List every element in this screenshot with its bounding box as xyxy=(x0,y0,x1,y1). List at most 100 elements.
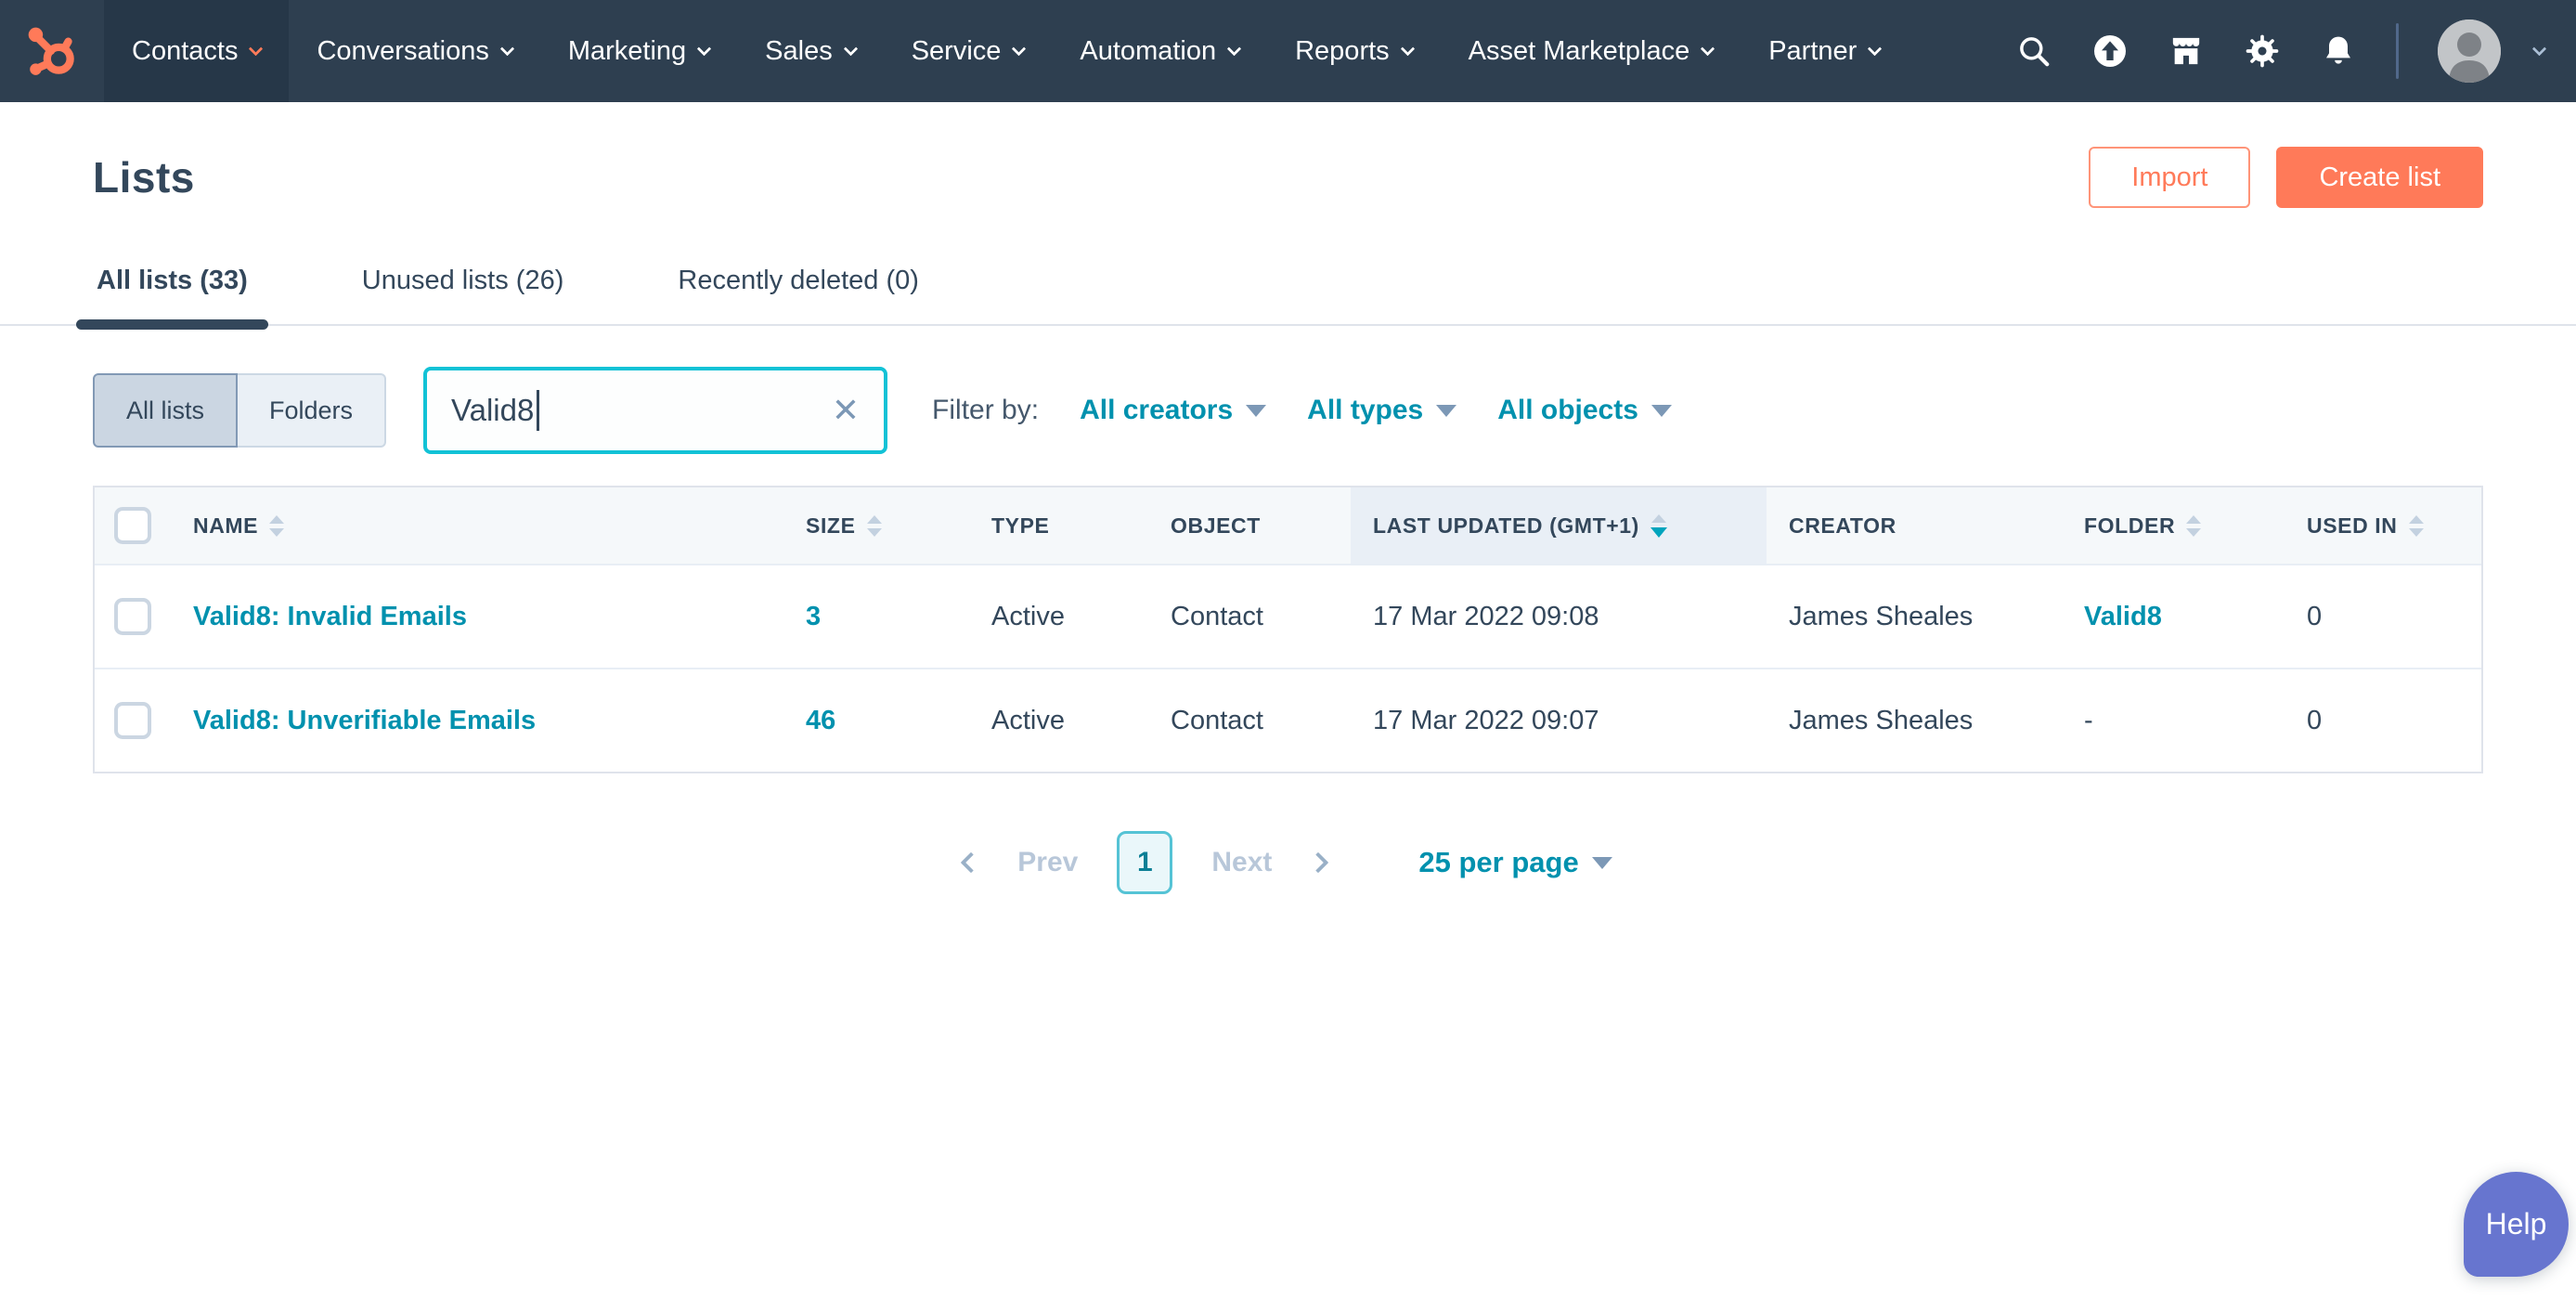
hubspot-sprocket-icon xyxy=(23,22,81,80)
cell-type: Active xyxy=(969,602,1148,632)
column-label: TYPE xyxy=(991,513,1049,539)
chevron-down-icon xyxy=(1436,405,1456,417)
search-input[interactable]: Valid8 ✕ xyxy=(423,367,887,454)
settings-icon[interactable] xyxy=(2244,32,2281,70)
text-cursor xyxy=(537,390,539,431)
view-toggle: All lists Folders xyxy=(93,373,386,448)
types-filter-dropdown[interactable]: All types xyxy=(1307,395,1456,426)
column-header-folder[interactable]: FOLDER xyxy=(2062,487,2285,564)
cell-last-updated: 17 Mar 2022 09:08 xyxy=(1351,602,1767,632)
column-label: FOLDER xyxy=(2084,513,2175,539)
chevron-down-icon xyxy=(1400,41,1415,56)
next-page-button[interactable]: Next xyxy=(1211,847,1272,878)
nav-item-marketing[interactable]: Marketing xyxy=(540,0,737,102)
nav-item-service[interactable]: Service xyxy=(884,0,1053,102)
nav-item-sales[interactable]: Sales xyxy=(737,0,884,102)
page-title: Lists xyxy=(93,152,195,202)
cell-object: Contact xyxy=(1148,706,1351,736)
column-label: NAME xyxy=(193,513,258,539)
sort-icon xyxy=(2186,515,2201,537)
hubspot-logo[interactable] xyxy=(0,0,104,102)
column-header-size[interactable]: SIZE xyxy=(783,487,969,564)
search-icon[interactable] xyxy=(2015,32,2052,70)
per-page-label: 25 per page xyxy=(1418,846,1578,879)
chevron-down-icon xyxy=(697,41,712,56)
folder-link[interactable]: Valid8 xyxy=(2084,602,2162,631)
creators-filter-dropdown[interactable]: All creators xyxy=(1080,395,1266,426)
cell-size: 3 xyxy=(783,602,969,632)
toggle-all-lists[interactable]: All lists xyxy=(93,373,238,448)
cell-size: 46 xyxy=(783,706,969,736)
notifications-icon[interactable] xyxy=(2320,32,2357,70)
prev-page-chevron-icon[interactable] xyxy=(961,852,982,874)
clear-search-icon[interactable]: ✕ xyxy=(832,394,860,427)
nav-menu: Contacts Conversations Marketing Sales S… xyxy=(104,0,1908,102)
help-button[interactable]: Help xyxy=(2464,1172,2569,1277)
tabs-bar: All lists (33) Unused lists (26) Recentl… xyxy=(0,256,2576,326)
dropdown-label: All creators xyxy=(1080,395,1233,426)
table-row: Valid8: Unverifiable Emails 46 Active Co… xyxy=(95,668,2481,772)
nav-item-contacts[interactable]: Contacts xyxy=(104,0,289,102)
cell-folder: Valid8 xyxy=(2062,602,2285,632)
row-checkbox[interactable] xyxy=(114,598,151,635)
sort-icon xyxy=(867,515,882,537)
per-page-dropdown[interactable]: 25 per page xyxy=(1418,846,1612,879)
upgrade-icon[interactable] xyxy=(2091,32,2129,70)
top-navigation: Contacts Conversations Marketing Sales S… xyxy=(0,0,2576,102)
next-page-chevron-icon[interactable] xyxy=(1308,852,1329,874)
cell-object: Contact xyxy=(1148,602,1351,632)
sort-icon xyxy=(2409,515,2424,537)
nav-item-asset-marketplace[interactable]: Asset Marketplace xyxy=(1441,0,1741,102)
chevron-down-icon xyxy=(1246,405,1266,417)
column-label: CREATOR xyxy=(1789,513,1896,539)
nav-item-label: Reports xyxy=(1295,36,1390,67)
row-checkbox[interactable] xyxy=(114,702,151,739)
column-label: USED IN xyxy=(2307,513,2398,539)
prev-page-button[interactable]: Prev xyxy=(1017,847,1078,878)
dropdown-label: All types xyxy=(1307,395,1423,426)
nav-item-label: Asset Marketplace xyxy=(1469,36,1690,67)
list-name-link[interactable]: Valid8: Invalid Emails xyxy=(193,602,467,631)
objects-filter-dropdown[interactable]: All objects xyxy=(1497,395,1672,426)
nav-item-label: Service xyxy=(912,36,1002,67)
account-menu-chevron-icon[interactable] xyxy=(2532,41,2547,56)
nav-item-label: Marketing xyxy=(568,36,686,67)
chevron-down-icon xyxy=(500,41,515,56)
row-checkbox-cell xyxy=(95,598,171,635)
column-header-last-updated[interactable]: LAST UPDATED (GMT+1) xyxy=(1351,487,1767,564)
list-size-link[interactable]: 46 xyxy=(806,706,835,735)
chevron-down-icon xyxy=(1651,405,1672,417)
column-label: OBJECT xyxy=(1171,513,1261,539)
tab-recently-deleted[interactable]: Recently deleted (0) xyxy=(674,256,923,324)
current-page-indicator[interactable]: 1 xyxy=(1117,831,1172,894)
marketplace-icon[interactable] xyxy=(2168,32,2205,70)
nav-item-label: Automation xyxy=(1080,36,1216,67)
nav-utilities xyxy=(2015,0,2576,102)
column-header-type[interactable]: TYPE xyxy=(969,487,1148,564)
list-name-link[interactable]: Valid8: Unverifiable Emails xyxy=(193,706,536,735)
list-size-link[interactable]: 3 xyxy=(806,602,821,631)
avatar[interactable] xyxy=(2438,19,2501,83)
tab-all-lists[interactable]: All lists (33) xyxy=(93,256,252,324)
column-header-object[interactable]: OBJECT xyxy=(1148,487,1351,564)
nav-item-automation[interactable]: Automation xyxy=(1052,0,1267,102)
sort-desc-active-icon xyxy=(1650,514,1667,538)
toggle-folders[interactable]: Folders xyxy=(238,373,386,448)
nav-item-label: Sales xyxy=(765,36,833,67)
table-header-row: NAME SIZE TYPE OBJECT LAST UPDATED (GMT+… xyxy=(95,487,2481,564)
select-all-checkbox[interactable] xyxy=(114,507,151,544)
lists-table-section: NAME SIZE TYPE OBJECT LAST UPDATED (GMT+… xyxy=(0,486,2576,773)
nav-item-reports[interactable]: Reports xyxy=(1267,0,1441,102)
column-header-name[interactable]: NAME xyxy=(171,487,783,564)
nav-item-conversations[interactable]: Conversations xyxy=(289,0,539,102)
nav-item-label: Contacts xyxy=(132,36,238,67)
row-checkbox-cell xyxy=(95,702,171,739)
chevron-down-icon xyxy=(1227,41,1242,56)
column-header-creator[interactable]: CREATOR xyxy=(1767,487,2062,564)
import-button[interactable]: Import xyxy=(2089,147,2250,208)
tab-unused-lists[interactable]: Unused lists (26) xyxy=(358,256,568,324)
cell-creator: James Sheales xyxy=(1767,706,2062,736)
create-list-button[interactable]: Create list xyxy=(2276,147,2483,208)
nav-item-partner[interactable]: Partner xyxy=(1741,0,1908,102)
column-header-used-in[interactable]: USED IN xyxy=(2285,487,2481,564)
